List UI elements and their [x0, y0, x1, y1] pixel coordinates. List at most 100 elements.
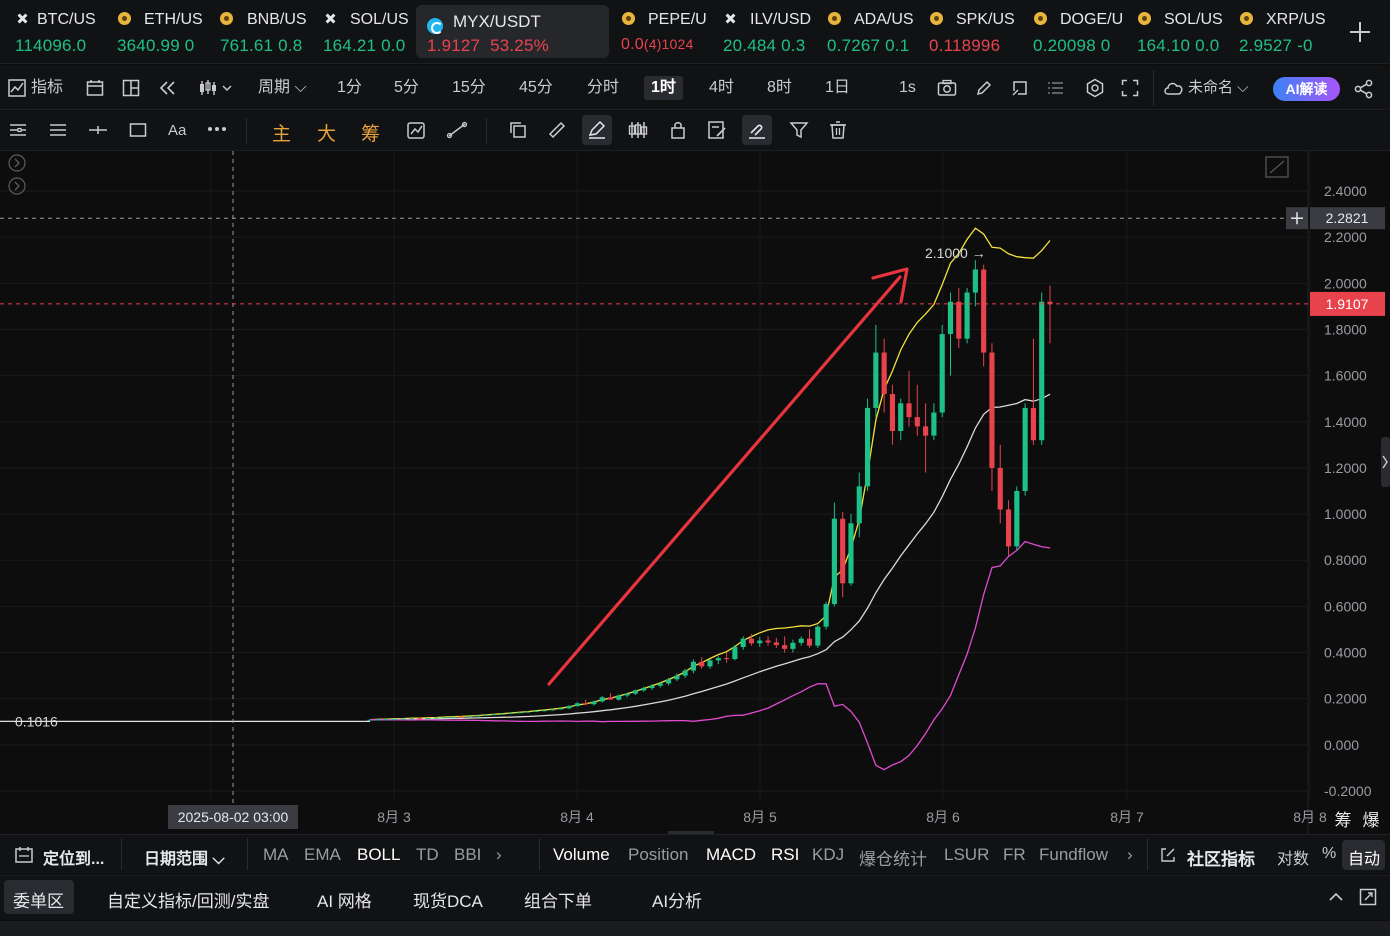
list-icon[interactable] [1047, 79, 1065, 97]
log-scale-button[interactable]: 对数 [1277, 845, 1309, 869]
locate-button[interactable]: 定位到... [43, 845, 104, 869]
replay-icon[interactable] [158, 79, 178, 97]
chart-area[interactable]: 2.2821 2025-08-02 03:00 1.9107 2.1000 → 0.10… [0, 151, 1390, 834]
candle-body [524, 711, 531, 713]
interval-timeshare[interactable]: 分时 [587, 76, 619, 100]
indicator-edit-icon[interactable] [406, 120, 428, 140]
ticker-btc[interactable]: BTC/US 114096.0 [8, 0, 108, 64]
interval-1m[interactable]: 1分 [337, 76, 362, 100]
more-icon[interactable] [207, 124, 227, 134]
indicator-boll[interactable]: BOLL [357, 845, 400, 865]
tab-custom-indicator[interactable]: 自定义指标/回测/实盘 [107, 887, 269, 912]
auto-scale-button[interactable]: 自动 [1348, 845, 1380, 869]
trend-arrow-line [547, 275, 902, 686]
interval-1h[interactable]: 1时 [644, 76, 683, 100]
brush-icon[interactable] [587, 120, 607, 140]
tab-ai-analysis[interactable]: AI分析 [652, 887, 702, 912]
ticker-sol-2[interactable]: SOL/US 164.10 0.0 [1130, 0, 1226, 64]
cloud-icon[interactable] [1163, 80, 1185, 96]
interval-15m[interactable]: 15分 [452, 76, 486, 100]
magnet-icon[interactable] [747, 120, 767, 140]
tab-spot-dca[interactable]: 现货DCA [413, 887, 483, 912]
indicator-macd[interactable]: MACD [706, 845, 756, 865]
price-axis: 2.4000 2.2000 2.0000 1.8000 1.6000 1.4000 1.20… [1324, 183, 1372, 799]
indicator-ma[interactable]: MA [263, 845, 289, 865]
lock-icon[interactable] [668, 120, 688, 140]
ruler-icon[interactable] [547, 120, 567, 140]
indicator-chart-icon[interactable] [8, 79, 26, 97]
ticker-pepe[interactable]: PEPE/U 0.0(4)1024 [614, 0, 708, 64]
big-order-button[interactable]: 大 [317, 119, 336, 146]
ticker-price: 164.21 0.0 [323, 36, 406, 55]
indicator-fundflow[interactable]: Fundflow [1039, 845, 1108, 865]
indicator-rsi[interactable]: RSI [771, 845, 799, 865]
interval-1d[interactable]: 1日 [825, 76, 850, 100]
ticker-ilv[interactable]: ILV/USD 20.484 0.3 [716, 0, 812, 64]
indicator-kdj[interactable]: KDJ [812, 845, 844, 865]
candle-body [408, 718, 415, 720]
indicator-td[interactable]: TD [416, 845, 439, 865]
tab-ai-grid[interactable]: AI 网格 [317, 887, 372, 912]
settings-icon[interactable] [1085, 78, 1105, 98]
ticker-sol[interactable]: SOL/US 164.21 0.0 [316, 0, 412, 64]
interval-4h[interactable]: 4时 [709, 76, 734, 100]
indicator-fr[interactable]: FR [1003, 845, 1026, 865]
indicator-ema[interactable]: EMA [304, 845, 341, 865]
camera-icon[interactable] [937, 79, 957, 97]
horizontal-line-icon[interactable] [88, 122, 108, 138]
locate-icon[interactable] [14, 846, 34, 864]
interval-5m[interactable]: 5分 [394, 76, 419, 100]
share-icon[interactable] [1354, 79, 1374, 99]
indicator-liquidation[interactable]: 爆仓统计 [859, 845, 927, 870]
indicator-lsur[interactable]: LSUR [944, 845, 989, 865]
filter-icon[interactable] [789, 120, 809, 140]
interval-8h[interactable]: 8时 [767, 76, 792, 100]
copy-icon[interactable] [508, 120, 528, 140]
window-icon[interactable] [1011, 79, 1029, 97]
ticker-ada[interactable]: ADA/US 0.7267 0.1 [820, 0, 914, 64]
ticker-eth[interactable]: ETH/US 3640.99 0 [110, 0, 210, 64]
percent-scale-button[interactable]: % [1322, 845, 1336, 863]
chevron-right-icon[interactable]: › [496, 845, 502, 865]
menu-icon[interactable] [9, 122, 27, 138]
text-tool-button[interactable]: Aa [168, 119, 186, 143]
ticker-myx-active[interactable]: MYX/USDT 1.9127 53.25% [416, 5, 609, 58]
fullscreen-icon[interactable] [1121, 79, 1139, 97]
trend-tool-icon[interactable] [446, 120, 468, 140]
candlestick-chart[interactable]: 2.2821 2025-08-02 03:00 1.9107 2.1000 → 0.10… [0, 151, 1390, 834]
ticker-bnb[interactable]: BNB/US 761.61 0.8 [212, 0, 310, 64]
tab-orders[interactable]: 委单区 [13, 887, 64, 912]
main-chart-button[interactable]: 主 [272, 119, 291, 146]
date-range-dropdown[interactable]: 日期范围 ⌵ [144, 845, 225, 869]
layout-icon[interactable] [122, 79, 140, 97]
indicator-position[interactable]: Position [628, 845, 688, 865]
add-pair-icon[interactable] [1346, 18, 1374, 46]
interval-45m[interactable]: 45分 [519, 76, 553, 100]
candles-icon[interactable] [627, 120, 649, 140]
candle-type-icon[interactable] [198, 78, 234, 98]
tab-combo-order[interactable]: 组合下单 [524, 887, 592, 912]
trash-icon[interactable] [828, 120, 848, 140]
indicator-bbi[interactable]: BBI [454, 845, 481, 865]
ticker-xrp[interactable]: XRP/US 2.9527 -0 [1232, 0, 1328, 64]
rectangle-icon[interactable] [129, 122, 147, 138]
edit-note-icon[interactable] [707, 120, 727, 140]
community-indicators-button[interactable]: 社区指标 [1187, 845, 1255, 870]
indicators-button[interactable]: 指标 [31, 76, 63, 100]
pencil-icon[interactable] [975, 79, 993, 97]
chevron-up-icon[interactable] [1328, 891, 1344, 903]
chevron-right-icon[interactable]: › [1127, 845, 1133, 865]
chip-distribution-button[interactable]: 筹 [361, 119, 380, 146]
calendar-icon[interactable] [86, 79, 104, 97]
layout-name-dropdown[interactable]: 未命名 ⌵ [1188, 76, 1249, 100]
external-link-icon[interactable] [1160, 847, 1176, 863]
ticker-doge[interactable]: DOGE/U 0.20098 0 [1026, 0, 1122, 64]
ticker-spk[interactable]: SPK/US 0.118996 [922, 0, 1020, 64]
lines-icon[interactable] [49, 122, 67, 138]
popout-icon[interactable] [1359, 888, 1377, 906]
ticker-symbol: ETH/US [144, 11, 203, 28]
indicator-volume[interactable]: Volume [553, 845, 610, 865]
period-dropdown[interactable]: 周期 ⌵ [258, 76, 307, 100]
ai-read-button[interactable]: AI解读 [1273, 77, 1340, 101]
speed-button[interactable]: 1s [899, 76, 916, 100]
